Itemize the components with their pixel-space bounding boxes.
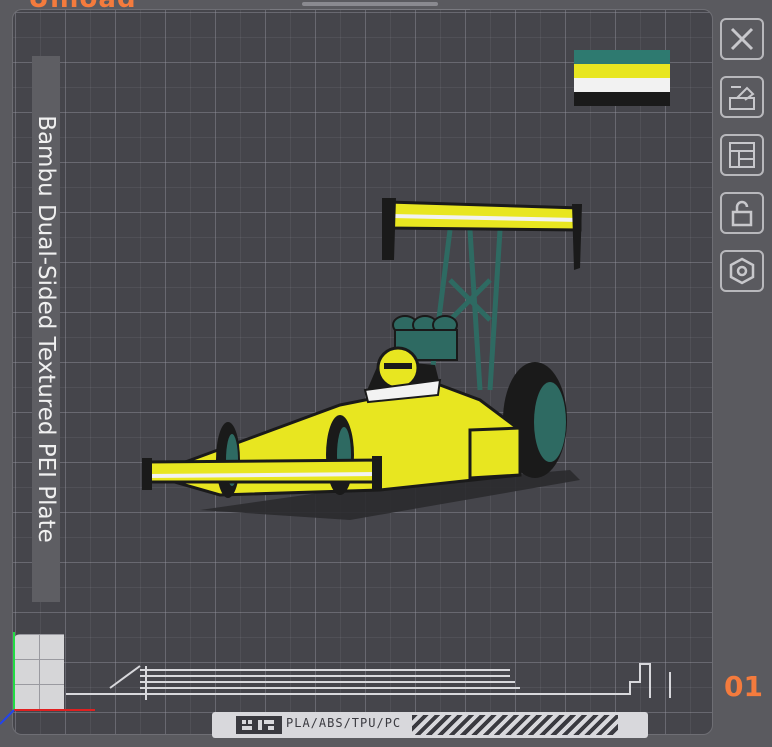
hexagon-settings-icon bbox=[729, 257, 755, 285]
lock-icon bbox=[731, 200, 753, 227]
dragster-model[interactable] bbox=[140, 190, 590, 530]
qr-code-icon bbox=[236, 716, 282, 734]
plate-number[interactable]: 01 bbox=[724, 670, 763, 703]
close-button[interactable] bbox=[720, 18, 764, 60]
arrange-button[interactable] bbox=[720, 134, 764, 176]
plate-label: Bambu Dual-Sided Textured PEI Plate bbox=[32, 56, 60, 602]
plate-settings-button[interactable] bbox=[720, 250, 764, 292]
filament-swatch[interactable] bbox=[574, 50, 670, 106]
filament-type-label: PLA/ABS/TPU/PC bbox=[286, 716, 402, 730]
close-icon bbox=[730, 27, 754, 51]
plate-bottom-tab: PLA/ABS/TPU/PC bbox=[212, 712, 648, 738]
plate-label-text: Bambu Dual-Sided Textured PEI Plate bbox=[33, 115, 59, 543]
arrange-icon bbox=[729, 142, 755, 168]
auto-orient-button[interactable] bbox=[720, 76, 764, 118]
plate-top-notch bbox=[270, 0, 470, 10]
hazard-stripes bbox=[412, 715, 618, 735]
lock-button[interactable] bbox=[720, 192, 764, 234]
plate-line-decoration bbox=[66, 663, 671, 700]
auto-orient-icon bbox=[729, 86, 755, 110]
